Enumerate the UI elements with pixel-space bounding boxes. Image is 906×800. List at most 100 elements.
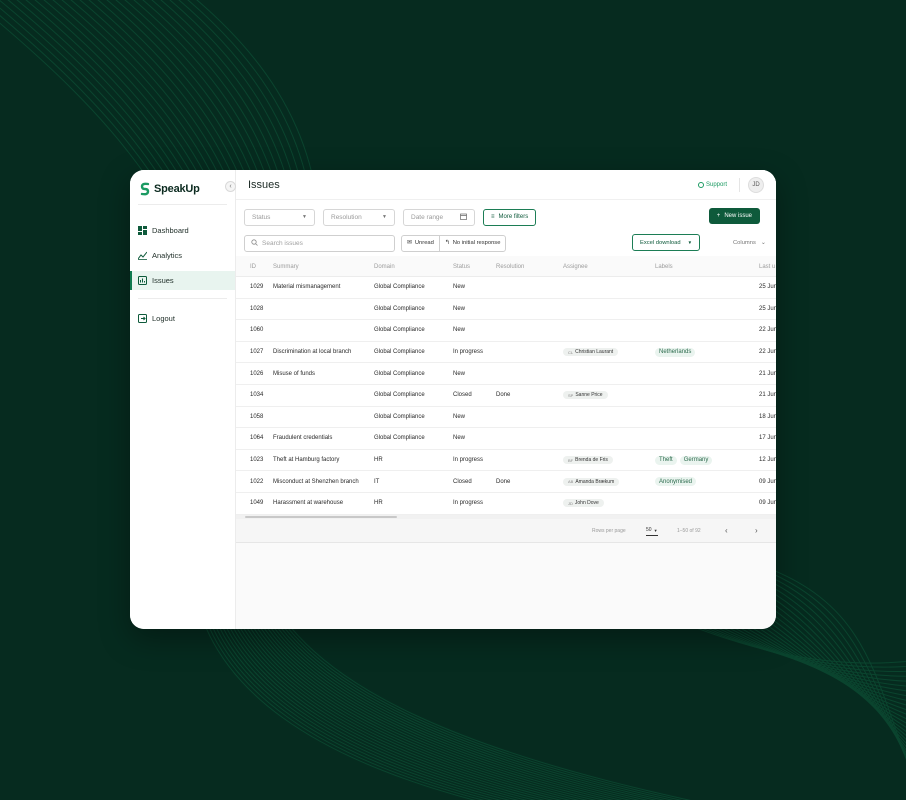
assignee-initials: SP — [568, 392, 574, 398]
cell-assignee: SP Sanne Price — [563, 385, 610, 406]
pagination-range: 1–50 of 92 — [677, 527, 701, 534]
excel-download-button[interactable]: Excel download ▼ — [632, 234, 701, 251]
search-input[interactable]: Search issues — [244, 234, 395, 252]
sidebar-item-issues[interactable]: Issues — [130, 271, 235, 290]
cell-summary: Fraudulent credentials — [273, 435, 333, 442]
cell-domain: IT — [374, 478, 380, 485]
app-window: SpeakUp ‹ Dashboard Analytics Issues Log… — [130, 170, 776, 629]
label-tag[interactable]: Anonymised — [655, 477, 697, 487]
resolution-filter[interactable]: Resolution ▼ — [323, 208, 395, 226]
table-row[interactable]: 1064 Fraudulent credentials Global Complia… — [236, 428, 776, 450]
chevron-down-icon: ▼ — [382, 214, 387, 220]
cell-last: 21 Jun — [759, 370, 776, 377]
assignee-name: Christian Laurant — [575, 349, 614, 356]
cell-status: New — [453, 327, 466, 334]
column-header-assignee[interactable]: Assignee — [563, 256, 588, 277]
unread-filter[interactable]: ✉ Unread — [402, 236, 439, 251]
cell-summary: Misconduct at Shenzhen branch — [273, 478, 359, 485]
column-header-id[interactable]: ID — [250, 256, 256, 277]
assignee-chip[interactable]: JD John Dove — [563, 499, 604, 508]
assignee-chip[interactable]: SP Sanne Price — [563, 391, 608, 400]
chevron-down-icon: ⌄ — [760, 240, 766, 246]
next-page-icon[interactable]: › — [755, 519, 758, 543]
table-row[interactable]: 1022 Misconduct at Shenzhen branch IT Close… — [236, 471, 776, 493]
cell-id: 1023 — [250, 457, 264, 464]
date-range-filter[interactable]: Date range — [403, 208, 475, 226]
label-tag[interactable]: Germany — [679, 455, 713, 465]
assignee-name: Sanne Price — [575, 392, 603, 399]
cell-status: New — [453, 305, 466, 312]
support-icon — [697, 181, 704, 188]
label-tag[interactable]: Theft — [655, 455, 677, 465]
cell-resolution: Done — [496, 392, 511, 399]
cell-status: Closed — [453, 478, 472, 485]
table-row[interactable]: 1023 Theft at Hamburg factory HR In progres… — [236, 449, 776, 472]
columns-button[interactable]: Columns ⌄ — [733, 234, 766, 251]
column-header-labels[interactable]: Labels — [655, 256, 673, 277]
cell-domain: Global Compliance — [374, 305, 425, 312]
assignee-chip[interactable]: BF Brenda de Fris — [563, 456, 613, 465]
assignee-initials: BF — [568, 457, 574, 463]
sidebar-item-analytics[interactable]: Analytics — [130, 246, 235, 265]
column-header-last-updated[interactable]: Last u — [759, 256, 775, 277]
assignee-chip[interactable]: AB Amanda Brækum — [563, 477, 620, 486]
cell-domain: Global Compliance — [374, 413, 425, 420]
cell-id: 1034 — [250, 392, 264, 399]
brand[interactable]: SpeakUp — [130, 174, 235, 204]
table-row[interactable]: 1027 Discrimination at local branch Global… — [236, 341, 776, 364]
more-filters-button[interactable]: ≡ More filters — [483, 208, 537, 226]
cell-last: 25 Jun — [759, 305, 776, 312]
cell-id: 1028 — [250, 305, 264, 312]
previous-page-icon[interactable]: ‹ — [725, 519, 728, 543]
chevron-down-icon: ▼ — [302, 214, 307, 220]
support-label: Support — [705, 181, 727, 188]
cell-last: 17 Jun — [759, 435, 776, 442]
cell-id: 1022 — [250, 478, 264, 485]
cell-id: 1026 — [250, 370, 264, 377]
issues-icon — [138, 276, 147, 285]
cell-labels: Netherlands — [655, 342, 698, 363]
cell-domain: HR — [374, 457, 383, 464]
column-header-domain[interactable]: Domain — [374, 256, 395, 277]
speakup-logo-icon — [140, 182, 150, 196]
cell-id: 1060 — [250, 327, 264, 334]
cell-summary: Misuse of funds — [273, 370, 316, 377]
table-row[interactable]: 1029 Material mismanagement Global Complia… — [236, 277, 776, 299]
avatar[interactable]: JD — [748, 176, 764, 193]
table-row[interactable]: 1049 Harassment at warehouse HR In progress… — [236, 492, 776, 515]
collapse-sidebar-button[interactable]: ‹ — [225, 181, 236, 192]
rows-per-page-value: 50 — [646, 527, 652, 534]
new-issue-button[interactable]: + New issue — [708, 208, 760, 224]
cell-labels: Anonymised — [655, 471, 699, 492]
assignee-name: John Dove — [574, 500, 599, 507]
cell-last: 09 Jun — [759, 478, 776, 485]
table-row[interactable]: 1058 Global Compliance New 18 Jun — [236, 406, 776, 429]
table-row[interactable]: 1026 Misuse of funds Global Compliance New 2… — [236, 363, 776, 385]
assignee-initials: JD — [568, 500, 573, 506]
scrollbar-thumb[interactable] — [245, 515, 397, 518]
column-header-resolution[interactable]: Resolution — [496, 256, 524, 277]
table-row[interactable]: 1060 Global Compliance New 22 Jun — [236, 320, 776, 342]
cell-id: 1064 — [250, 435, 264, 442]
divider — [138, 204, 227, 205]
cell-labels: Theft Germany — [655, 450, 715, 471]
status-filter[interactable]: Status ▼ — [244, 208, 315, 226]
column-header-summary[interactable]: Summary — [273, 256, 299, 277]
quick-filters: ✉ Unread ↰ No initial response — [401, 234, 507, 252]
no-initial-response-filter[interactable]: ↰ No initial response — [438, 235, 506, 251]
cell-resolution: Done — [496, 478, 511, 485]
table-row[interactable]: 1034 Global Compliance Closed Done 21 Jun SP S… — [236, 384, 776, 407]
logout-label: Logout — [152, 314, 175, 323]
header: Issues Support JD — [236, 170, 776, 200]
logout-button[interactable]: Logout — [130, 309, 235, 328]
label-tag[interactable]: Netherlands — [655, 347, 696, 357]
rows-per-page-select[interactable]: 50 ▼ — [646, 526, 658, 536]
table-row[interactable]: 1028 Global Compliance New 25 Jun — [236, 298, 776, 321]
assignee-chip[interactable]: CL Christian Laurant — [563, 348, 619, 357]
support-link[interactable]: Support — [697, 181, 727, 188]
cell-id: 1049 — [250, 500, 264, 507]
cell-status: In progress — [453, 457, 484, 464]
cell-assignee: JD John Dove — [563, 493, 606, 514]
column-header-status[interactable]: Status — [453, 256, 470, 277]
sidebar-item-dashboard[interactable]: Dashboard — [130, 221, 235, 240]
